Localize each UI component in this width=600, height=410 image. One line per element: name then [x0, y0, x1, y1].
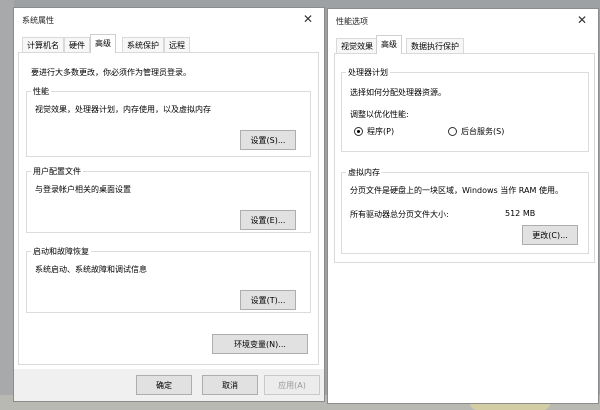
- processor-scheduling-description: 选择如何分配处理器资源。: [350, 88, 446, 97]
- programs-radio[interactable]: [354, 127, 363, 136]
- user-profiles-settings-button[interactable]: 设置(E)...: [240, 210, 296, 230]
- window-title: 性能选项: [336, 17, 368, 26]
- user-profiles-group: 用户配置文件 与登录帐户相关的桌面设置 设置(E)...: [26, 166, 311, 233]
- environment-variables-button[interactable]: 环境变量(N)...: [212, 334, 308, 354]
- ok-button[interactable]: 确定: [136, 375, 192, 395]
- performance-settings-button[interactable]: 设置(S)...: [240, 130, 296, 150]
- performance-options-window: 性能选项 ✕ 视觉效果 高级 数据执行保护 处理器计划 选择如何分配处理器资源。…: [327, 8, 599, 404]
- apply-button[interactable]: 应用(A): [264, 375, 320, 395]
- cancel-button[interactable]: 取消: [202, 375, 258, 395]
- dialog-footer: 确定 取消 应用(A): [14, 369, 324, 401]
- advanced-tab-panel: 处理器计划 选择如何分配处理器资源。 调整以优化性能: 程序(P) 后台服务(S…: [334, 53, 595, 263]
- change-virtual-memory-button[interactable]: 更改(C)...: [522, 225, 578, 245]
- admin-note: 要进行大多数更改，你必须作为管理员登录。: [31, 68, 191, 77]
- user-profiles-description: 与登录帐户相关的桌面设置: [35, 185, 131, 194]
- system-properties-window: 系统属性 ✕ 计算机名 硬件 高级 系统保护 远程 要进行大多数更改，你必须作为…: [13, 7, 325, 402]
- performance-group-title: 性能: [31, 86, 51, 97]
- tab-strip: 视觉效果 高级 数据执行保护: [332, 35, 594, 54]
- window-title: 系统属性: [22, 16, 54, 25]
- performance-description: 视觉效果，处理器计划，内存使用，以及虚拟内存: [35, 105, 211, 114]
- paging-file-total-label: 所有驱动器总分页文件大小:: [350, 210, 449, 219]
- close-icon[interactable]: ✕: [572, 11, 592, 29]
- startup-recovery-group: 启动和故障恢复 系统启动、系统故障和调试信息 设置(T)...: [26, 246, 311, 313]
- user-profiles-group-title: 用户配置文件: [31, 166, 83, 177]
- startup-recovery-group-title: 启动和故障恢复: [31, 246, 91, 257]
- virtual-memory-group: 虚拟内存 分页文件是硬盘上的一块区域，Windows 当作 RAM 使用。 所有…: [341, 167, 589, 254]
- title-bar: 性能选项 ✕: [328, 9, 598, 33]
- tab-remote[interactable]: 远程: [164, 37, 190, 52]
- tab-hardware[interactable]: 硬件: [64, 37, 90, 52]
- advanced-tab-panel: 要进行大多数更改，你必须作为管理员登录。 性能 视觉效果，处理器计划，内存使用，…: [18, 52, 319, 365]
- performance-group: 性能 视觉效果，处理器计划，内存使用，以及虚拟内存 设置(S)...: [26, 86, 311, 157]
- virtual-memory-description: 分页文件是硬盘上的一块区域，Windows 当作 RAM 使用。: [350, 186, 563, 195]
- paging-file-total-value: 512 MB: [505, 209, 536, 218]
- background-services-radio[interactable]: [448, 127, 457, 136]
- programs-radio-label: 程序(P): [367, 127, 395, 136]
- desktop-background-left: [0, 0, 14, 410]
- title-bar: 系统属性 ✕: [14, 8, 324, 32]
- tab-advanced[interactable]: 高级: [90, 34, 116, 53]
- tab-data-execution-prevention[interactable]: 数据执行保护: [406, 38, 464, 53]
- tab-strip: 计算机名 硬件 高级 系统保护 远程: [18, 34, 320, 53]
- startup-recovery-settings-button[interactable]: 设置(T)...: [240, 290, 296, 310]
- tab-system-protection[interactable]: 系统保护: [122, 37, 164, 52]
- virtual-memory-title: 虚拟内存: [346, 167, 382, 178]
- processor-scheduling-title: 处理器计划: [346, 67, 390, 78]
- close-icon[interactable]: ✕: [298, 10, 318, 28]
- tab-computer-name[interactable]: 计算机名: [22, 37, 64, 52]
- tab-visual-effects[interactable]: 视觉效果: [336, 38, 378, 53]
- adjust-performance-label: 调整以优化性能:: [350, 110, 409, 119]
- processor-scheduling-group: 处理器计划 选择如何分配处理器资源。 调整以优化性能: 程序(P) 后台服务(S…: [341, 67, 589, 152]
- tab-advanced[interactable]: 高级: [376, 35, 402, 54]
- startup-recovery-description: 系统启动、系统故障和调试信息: [35, 265, 147, 274]
- background-services-radio-label: 后台服务(S): [461, 127, 505, 136]
